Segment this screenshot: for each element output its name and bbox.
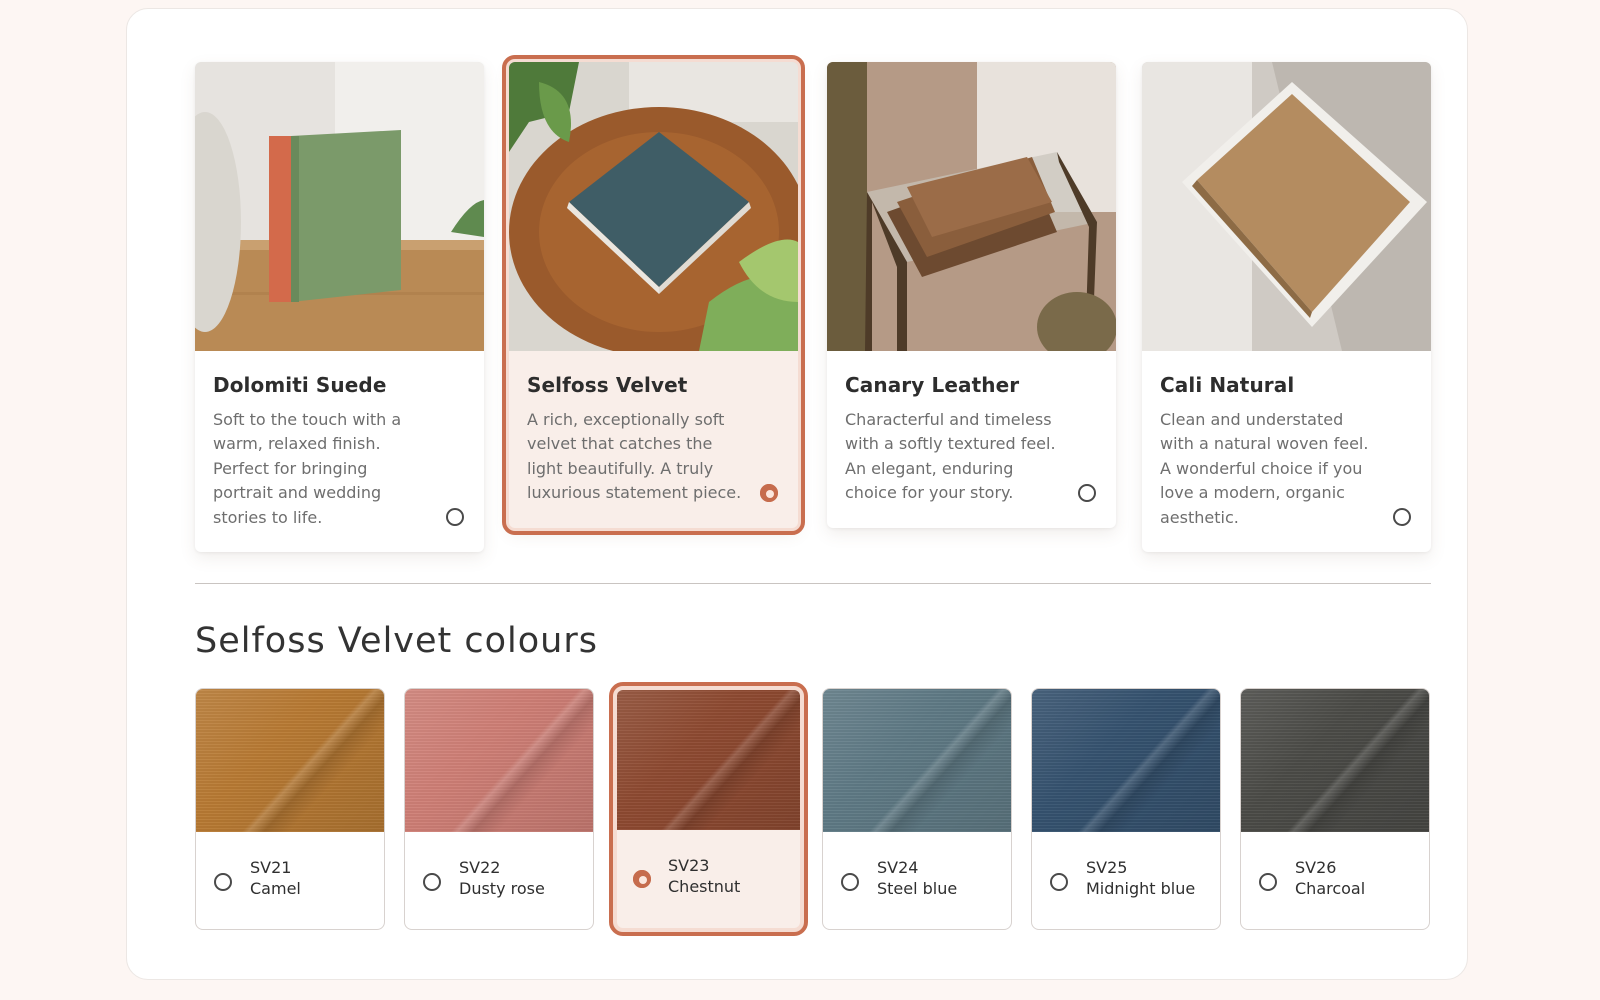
section-divider <box>195 583 1431 584</box>
fabric-fold <box>617 690 800 830</box>
material-card-canary-leather[interactable]: Canary Leather Characterful and timeless… <box>827 62 1116 528</box>
material-title: Dolomiti Suede <box>213 373 387 397</box>
swatch-sv21-camel[interactable]: SV21 Camel <box>195 688 385 930</box>
swatch-fabric <box>617 690 800 830</box>
swatch-code: SV24 <box>877 858 919 877</box>
swatch-radio-sv23[interactable] <box>633 870 651 888</box>
swatch-code: SV26 <box>1295 858 1337 877</box>
fabric-fold <box>1241 689 1429 832</box>
swatch-name: Dusty rose <box>459 879 545 898</box>
material-description: Characterful and timeless with a softly … <box>845 410 1056 503</box>
fabric-fold <box>1032 689 1220 832</box>
material-description: A rich, exceptionally soft velvet that c… <box>527 410 742 503</box>
swatch-sv23-chestnut[interactable]: SV23 Chestnut <box>609 682 808 936</box>
material-title: Cali Natural <box>1160 373 1295 397</box>
material-card-dolomiti-suede[interactable]: Dolomiti Suede Soft to the touch with a … <box>195 62 484 553</box>
cali-natural-photo <box>1142 62 1431 351</box>
swatch-fabric <box>823 689 1011 832</box>
swatch-code: SV21 <box>250 858 292 877</box>
swatch-name: Midnight blue <box>1086 879 1196 898</box>
material-radio-canary-leather[interactable] <box>1078 483 1096 502</box>
material-card-cali-natural[interactable]: Cali Natural Clean and understated with … <box>1142 62 1431 553</box>
swatch-radio-sv22[interactable] <box>423 873 441 891</box>
material-radio-cali-natural[interactable] <box>1393 508 1411 527</box>
selfoss-velvet-photo <box>509 62 798 351</box>
dolomiti-suede-photo <box>195 62 484 351</box>
swatch-sv24-steel-blue[interactable]: SV24 Steel blue <box>822 688 1012 930</box>
fabric-fold <box>823 689 1011 832</box>
colours-section-title: Selfoss Velvet colours <box>195 621 598 661</box>
material-radio-selfoss-velvet[interactable] <box>760 483 778 502</box>
swatch-sv25-midnight-blue[interactable]: SV25 Midnight blue <box>1031 688 1221 930</box>
swatch-radio-sv24[interactable] <box>841 873 859 891</box>
material-title: Selfoss Velvet <box>527 373 688 397</box>
material-description: Soft to the touch with a warm, relaxed f… <box>213 410 402 527</box>
swatch-sv22-dusty-rose[interactable]: SV22 Dusty rose <box>404 688 594 930</box>
swatch-name: Charcoal <box>1295 879 1366 898</box>
swatch-code: SV23 <box>668 856 710 875</box>
swatch-radio-sv25[interactable] <box>1050 873 1068 891</box>
swatch-fabric <box>1032 689 1220 832</box>
canary-leather-photo <box>827 62 1116 351</box>
swatch-name: Camel <box>250 879 301 898</box>
swatch-radio-sv21[interactable] <box>214 873 232 891</box>
material-radio-dolomiti-suede[interactable] <box>446 508 464 527</box>
swatch-fabric <box>1241 689 1429 832</box>
material-selector-panel: Dolomiti Suede Soft to the touch with a … <box>126 8 1468 980</box>
fabric-fold <box>196 689 384 832</box>
fabric-fold <box>405 689 593 832</box>
material-card-selfoss-velvet[interactable]: Selfoss Velvet A rich, exceptionally sof… <box>502 55 805 535</box>
swatch-name: Steel blue <box>877 879 958 898</box>
swatch-name: Chestnut <box>668 877 741 896</box>
material-title: Canary Leather <box>845 373 1020 397</box>
swatch-radio-sv26[interactable] <box>1259 873 1277 891</box>
swatch-fabric <box>196 689 384 832</box>
swatch-fabric <box>405 689 593 832</box>
swatch-code: SV22 <box>459 858 501 877</box>
swatch-code: SV25 <box>1086 858 1128 877</box>
swatch-sv26-charcoal[interactable]: SV26 Charcoal <box>1240 688 1430 930</box>
material-description: Clean and understated with a natural wov… <box>1160 410 1369 527</box>
